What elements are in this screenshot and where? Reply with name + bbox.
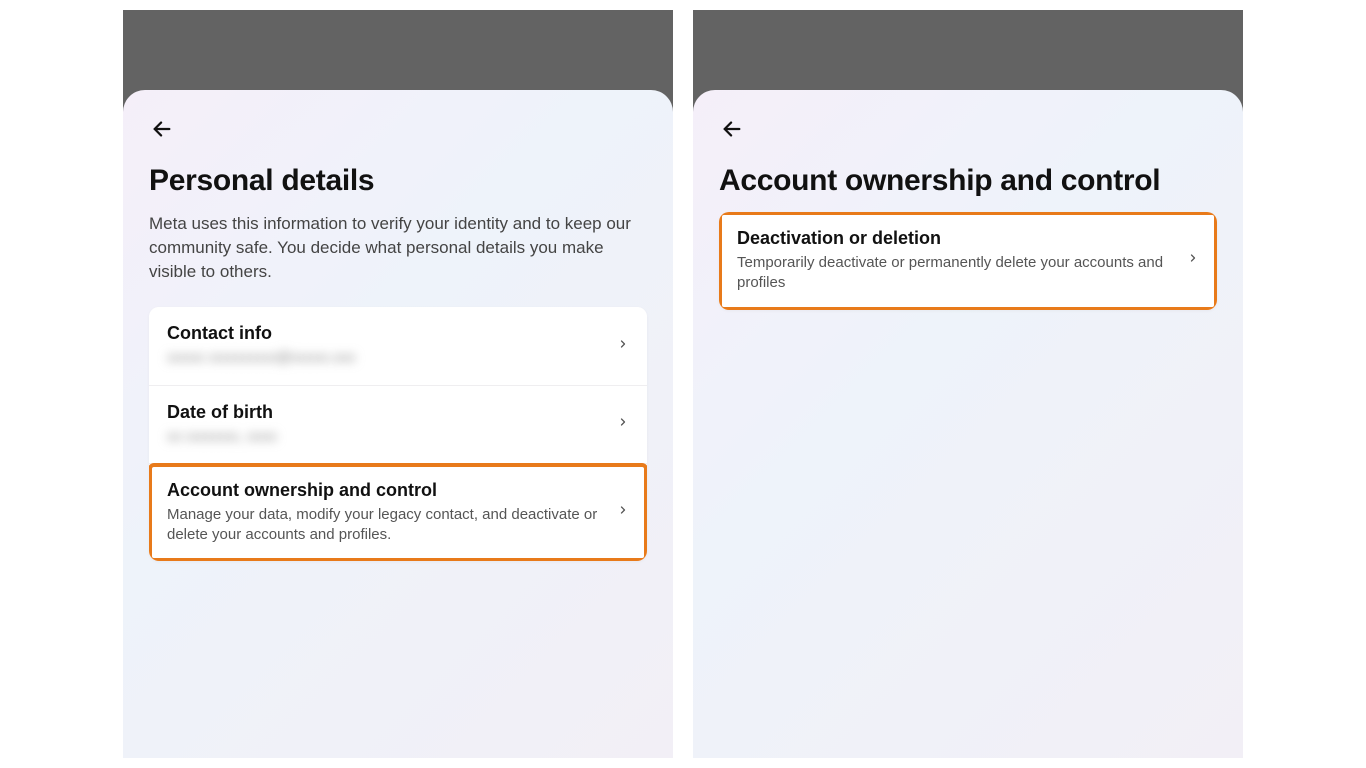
chevron-right-icon	[617, 334, 629, 359]
item-subtext-redacted: xx xxxxxxx, xxxx	[167, 427, 603, 447]
arrow-left-icon	[719, 118, 745, 140]
screen-account-ownership: Account ownership and control Deactivati…	[693, 90, 1243, 758]
settings-list: Deactivation or deletion Temporarily dea…	[719, 212, 1217, 310]
item-subtext: Temporarily deactivate or permanently de…	[737, 253, 1173, 294]
phone-frame-left: Personal details Meta uses this informat…	[123, 10, 673, 758]
back-button[interactable]	[719, 118, 749, 140]
arrow-left-icon	[149, 118, 175, 140]
page-title: Account ownership and control	[719, 164, 1217, 198]
item-title: Contact info	[167, 323, 603, 344]
back-button[interactable]	[149, 118, 179, 140]
list-item-date-of-birth[interactable]: Date of birth xx xxxxxxx, xxxx	[149, 386, 647, 464]
list-item-contact-info[interactable]: Contact info xxxxx xxxxxxxxx@xxxxx.xxx	[149, 307, 647, 385]
list-item-deactivation-deletion[interactable]: Deactivation or deletion Temporarily dea…	[719, 212, 1217, 310]
chevron-right-icon	[1187, 248, 1199, 273]
item-subtext-redacted: xxxxx xxxxxxxxx@xxxxx.xxx	[167, 348, 603, 368]
phone-frame-right: Account ownership and control Deactivati…	[693, 10, 1243, 758]
page-title: Personal details	[149, 164, 647, 198]
item-title: Date of birth	[167, 402, 603, 423]
chevron-right-icon	[617, 500, 629, 525]
chevron-right-icon	[617, 412, 629, 437]
item-title: Deactivation or deletion	[737, 228, 1173, 249]
item-title: Account ownership and control	[167, 480, 603, 501]
settings-list: Contact info xxxxx xxxxxxxxx@xxxxx.xxx D…	[149, 307, 647, 561]
screen-personal-details: Personal details Meta uses this informat…	[123, 90, 673, 758]
list-item-account-ownership[interactable]: Account ownership and control Manage you…	[149, 464, 647, 562]
item-subtext: Manage your data, modify your legacy con…	[167, 505, 603, 546]
page-description: Meta uses this information to verify you…	[149, 212, 647, 283]
